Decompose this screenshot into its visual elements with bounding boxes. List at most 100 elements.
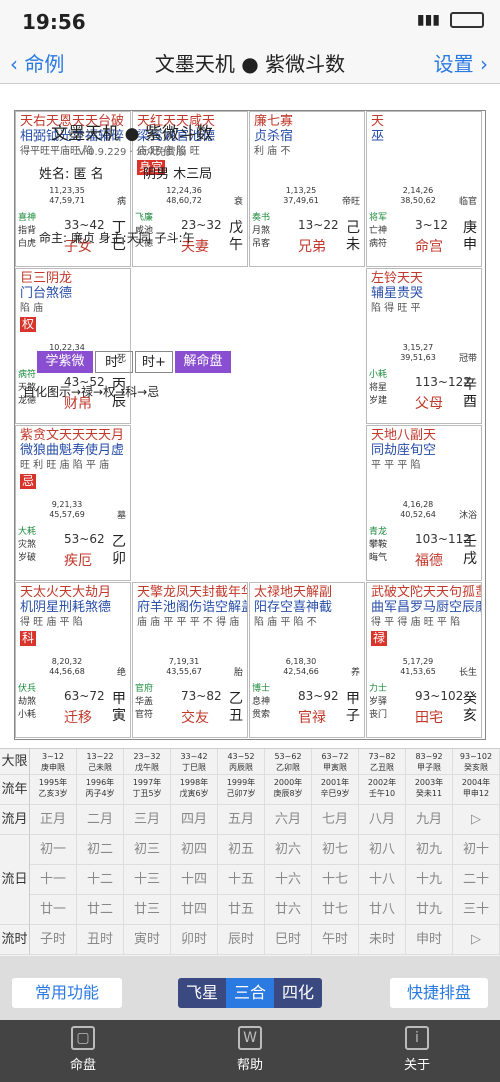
grid-cell[interactable]: 2004年 甲申12 [453,775,500,805]
grid-cell[interactable]: 四月 [171,805,218,835]
grid-cell[interactable]: ▷ [453,925,500,955]
learn-button[interactable]: 学紫微 [37,351,93,373]
grid-cell[interactable]: 初六 [265,835,312,865]
grid-cell[interactable]: 93~102 癸亥限 [453,749,500,775]
palace-cell[interactable]: 天太火天大劫月 机阴星刑耗煞德 得 旺 庙 平 陷 科 8,20,32 44,5… [15,582,131,738]
palace-cell[interactable]: 太禄地天解副 阳存空喜神截 陷 庙 平 陷 不 6,18,30 42,54,66… [249,582,365,738]
palace-cell[interactable]: 巨三阴龙 门台煞德 陷 庙 权 10,22,34 46,58,70 死 病符天煞… [15,268,131,424]
palace-cell[interactable]: 天地八副天 同劫座旬空 平 平 平 陷 4,16,28 40,52,64 沐浴 … [366,425,482,581]
grid-cell[interactable]: 十一 [30,865,77,895]
palace-cell[interactable]: 天擎龙凤天封截年华 府羊池阁伤诰空解盖 庙 庙 平 平 平 不 得 庙 7,19… [132,582,248,738]
grid-cell[interactable]: 廿五 [218,895,265,925]
grid-cell[interactable]: 13~22 己未限 [77,749,124,775]
grid-cell[interactable]: 廿九 [406,895,453,925]
grid-cell[interactable]: 1996年 丙子4岁 [77,775,124,805]
tab-chart[interactable]: ▢ 命盘 [48,1026,118,1073]
grid-cell[interactable]: 廿二 [77,895,124,925]
grid-cell[interactable]: 卯时 [171,925,218,955]
grid-cell[interactable]: 1995年 乙亥3岁 [30,775,77,805]
grid-cell[interactable]: 23~32 戊午限 [124,749,171,775]
grid-cell[interactable]: 1998年 戊寅6岁 [171,775,218,805]
battery-icon [450,12,484,28]
tab-help[interactable]: W 帮助 [215,1026,285,1073]
hour-minus-button[interactable]: 时- [95,351,133,373]
back-button[interactable]: ‹ 命例 [10,48,64,77]
grid-cell[interactable]: ▷ [453,805,500,835]
interpret-button[interactable]: 解命盘 [175,351,231,373]
tab-about[interactable]: i 关于 [382,1026,452,1073]
seg-sihua[interactable]: 四化 [274,978,322,1008]
palace-cell[interactable]: 紫贪文天天天天月 微狼曲魁寿使月虚 旺 利 旺 庙 陷 平 庙 忌 9,21,3… [15,425,131,581]
seg-sanhe[interactable]: 三合 [226,978,274,1008]
grid-cell[interactable]: 辰时 [218,925,265,955]
grid-cell[interactable]: 三月 [124,805,171,835]
grid-cell[interactable]: 十三 [124,865,171,895]
grid-cell[interactable]: 73~82 乙丑限 [359,749,406,775]
grid-cell[interactable]: 初一 [30,835,77,865]
grid-cell[interactable]: 十七 [312,865,359,895]
grid-cell[interactable]: 初七 [312,835,359,865]
growth-stage: 绝 [116,668,126,678]
quick-chart-button[interactable]: 快捷排盘 [390,978,488,1008]
palace-cell[interactable]: 廉七寡 贞杀宿 利 庙 不 1,13,25 37,49,61 帝旺 奏书 月煞 吊客… [249,111,365,267]
grid-cell[interactable]: 初二 [77,835,124,865]
grid-cell[interactable]: 午时 [312,925,359,955]
grid-cell[interactable]: 七月 [312,805,359,835]
grid-cell[interactable]: 六月 [265,805,312,835]
stars: 天太火天大劫月 机阴星刑耗煞德 得 旺 庙 平 陷 科 [20,585,130,646]
grid-cell[interactable]: 正月 [30,805,77,835]
grid-cell[interactable]: 九月 [406,805,453,835]
grid-cell[interactable]: 初九 [406,835,453,865]
grid-cell[interactable]: 八月 [359,805,406,835]
grid-cell[interactable]: 二十 [453,865,500,895]
grid-cell[interactable]: 十五 [218,865,265,895]
grid-cell[interactable]: 十八 [359,865,406,895]
grid-cell[interactable]: 未时 [359,925,406,955]
boshi-star: 小耗 [369,370,388,380]
grid-cell[interactable]: 3~12 庚申限 [30,749,77,775]
grid-cell[interactable]: 2003年 癸未11 [406,775,453,805]
settings-button[interactable]: 设置 › [434,48,488,77]
grid-cell[interactable]: 廿六 [265,895,312,925]
grid-cell[interactable]: 寅时 [124,925,171,955]
grid-cell[interactable]: 十六 [265,865,312,895]
grid-cell[interactable]: 二月 [77,805,124,835]
grid-cell[interactable]: 初十 [453,835,500,865]
grid-cell[interactable]: 申时 [406,925,453,955]
grid-cell[interactable]: 廿七 [312,895,359,925]
grid-cell[interactable]: 初四 [171,835,218,865]
palace-cell[interactable]: 武破文陀天天句孤蜚 曲军昌罗马厨空辰廉 得 平 得 庙 旺 平 陷 禄 5,17… [366,582,482,738]
grid-cell[interactable]: 十四 [171,865,218,895]
grid-cell[interactable]: 63~72 甲寅限 [312,749,359,775]
grid-cell[interactable]: 五月 [218,805,265,835]
center-title: 文墨天机 ● 紫微斗数 [51,124,213,144]
hour-plus-button[interactable]: 时+ [135,351,173,373]
grid-cell[interactable]: 廿四 [171,895,218,925]
grid-cell[interactable]: 初五 [218,835,265,865]
grid-cell[interactable]: 2001年 辛巳9岁 [312,775,359,805]
grid-cell[interactable]: 廿三 [124,895,171,925]
grid-cell[interactable]: 廿八 [359,895,406,925]
grid-cell[interactable]: 1999年 己卯7岁 [218,775,265,805]
grid-cell[interactable]: 巳时 [265,925,312,955]
grid-cell[interactable]: 子时 [30,925,77,955]
palace-cell[interactable]: 左铃天天 辅星贵哭 陷 得 旺 平 3,15,27 39,51,63 冠带 小耗… [366,268,482,424]
grid-cell[interactable]: 初三 [124,835,171,865]
grid-cell[interactable]: 三十 [453,895,500,925]
grid-cell[interactable]: 十九 [406,865,453,895]
grid-cell[interactable]: 丑时 [77,925,124,955]
grid-cell[interactable]: 廿一 [30,895,77,925]
common-functions-button[interactable]: 常用功能 [12,978,122,1008]
grid-cell[interactable]: 53~62 乙卯限 [265,749,312,775]
grid-cell[interactable]: 33~42 丁巳限 [171,749,218,775]
grid-cell[interactable]: 初八 [359,835,406,865]
grid-cell[interactable]: 十二 [77,865,124,895]
palace-cell[interactable]: 天 巫 2,14,26 38,50,62 临官 将军 亡神 病符 3~12 命宫 庚… [366,111,482,267]
age-numbers: 2,14,26 38,50,62 [400,186,436,205]
seg-feixing[interactable]: 飞星 [178,978,226,1008]
grid-cell[interactable]: 2000年 庚辰8岁 [265,775,312,805]
grid-cell[interactable]: 2002年 壬午10 [359,775,406,805]
grid-cell[interactable]: 1997年 丁丑5岁 [124,775,171,805]
grid-cell[interactable]: 83~92 甲子限 [406,749,453,775]
grid-cell[interactable]: 43~52 丙辰限 [218,749,265,775]
